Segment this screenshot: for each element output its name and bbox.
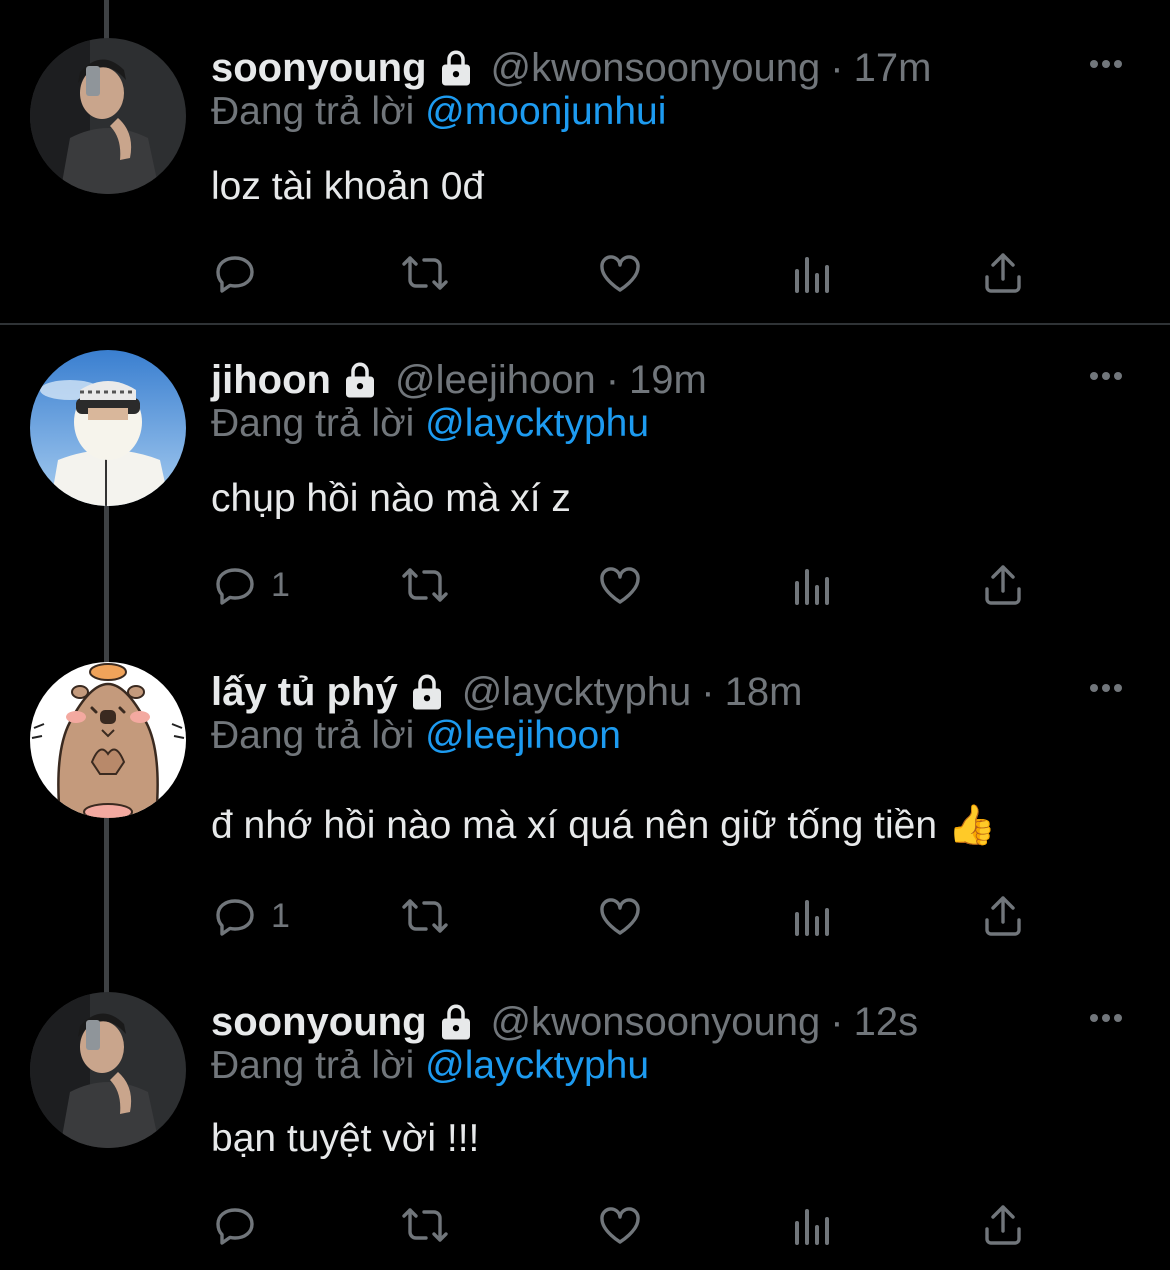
user-handle[interactable]: @laycktyphu bbox=[462, 670, 692, 715]
reply-context: Đang trả lời @moonjunhui bbox=[211, 90, 666, 134]
reply-context: Đang trả lời @laycktyphu bbox=[211, 1044, 649, 1088]
like-icon bbox=[600, 255, 640, 292]
reply-mention[interactable]: @laycktyphu bbox=[425, 1044, 649, 1087]
like-button[interactable] bbox=[596, 249, 644, 297]
share-button[interactable] bbox=[979, 1201, 1027, 1249]
tweet[interactable]: soonyoung @kwonsoonyoung · 12s Đang trả … bbox=[0, 992, 1170, 1270]
reply-count: 1 bbox=[271, 896, 290, 935]
reply-button[interactable]: 1 bbox=[211, 561, 290, 609]
timestamp[interactable]: 17m bbox=[854, 46, 932, 91]
reply-icon bbox=[216, 568, 254, 605]
thread-line bbox=[104, 0, 109, 40]
tweet[interactable]: lấy tủ phý @laycktyphu · 18m Đang trả lờ… bbox=[0, 662, 1170, 992]
retweet-icon bbox=[402, 256, 448, 290]
lock-icon bbox=[435, 1001, 477, 1043]
separator: · bbox=[830, 999, 844, 1044]
action-bar bbox=[211, 249, 1041, 297]
timestamp[interactable]: 12s bbox=[854, 1000, 919, 1045]
separator: · bbox=[605, 357, 620, 402]
display-name[interactable]: lấy tủ phý bbox=[211, 670, 398, 715]
reply-prefix: Đang trả lời bbox=[211, 90, 415, 133]
share-button[interactable] bbox=[979, 249, 1027, 297]
reply-icon bbox=[216, 256, 254, 293]
share-icon bbox=[985, 896, 1021, 936]
lock-icon bbox=[435, 47, 477, 89]
timestamp[interactable]: 19m bbox=[629, 358, 707, 403]
share-icon bbox=[985, 1205, 1021, 1245]
reply-icon bbox=[216, 899, 254, 936]
views-button[interactable] bbox=[789, 249, 837, 297]
lock-icon bbox=[339, 359, 381, 401]
reply-button[interactable] bbox=[211, 1201, 271, 1249]
separator: · bbox=[830, 45, 844, 90]
tweet-text: chụp hồi nào mà xí z bbox=[211, 477, 571, 520]
tweet[interactable]: jihoon @leejihoon · 19m Đang trả lời @la… bbox=[0, 350, 1170, 650]
display-name[interactable]: soonyoung bbox=[211, 1000, 427, 1045]
like-button[interactable] bbox=[596, 1201, 644, 1249]
more-icon[interactable] bbox=[1086, 998, 1126, 1038]
views-icon bbox=[795, 257, 829, 293]
reply-prefix: Đang trả lời bbox=[211, 714, 415, 757]
reply-button[interactable]: 1 bbox=[211, 892, 290, 940]
views-button[interactable] bbox=[789, 892, 837, 940]
like-icon bbox=[600, 1207, 640, 1244]
retweet-icon bbox=[402, 899, 448, 933]
tweet-text: đ nhớ hồi nào mà xí quá nên giữ tống tiề… bbox=[211, 804, 997, 847]
action-bar bbox=[211, 1201, 1041, 1249]
retweet-button[interactable] bbox=[401, 892, 449, 940]
like-icon bbox=[600, 567, 640, 604]
avatar[interactable] bbox=[30, 38, 186, 194]
like-button[interactable] bbox=[596, 561, 644, 609]
avatar[interactable] bbox=[30, 992, 186, 1148]
tweet-text: bạn tuyệt vời !!! bbox=[211, 1117, 480, 1160]
like-button[interactable] bbox=[596, 892, 644, 940]
retweet-button[interactable] bbox=[401, 1201, 449, 1249]
tweet[interactable]: soonyoung @kwonsoonyoung · 17m Đang trả … bbox=[0, 38, 1170, 323]
avatar[interactable] bbox=[30, 662, 186, 818]
user-handle[interactable]: @kwonsoonyoung bbox=[491, 46, 821, 91]
views-button[interactable] bbox=[789, 1201, 837, 1249]
views-button[interactable] bbox=[789, 561, 837, 609]
reply-mention[interactable]: @leejihoon bbox=[425, 714, 621, 757]
retweet-icon bbox=[402, 568, 448, 602]
views-icon bbox=[795, 1209, 829, 1245]
like-icon bbox=[600, 898, 640, 935]
reply-context: Đang trả lời @leejihoon bbox=[211, 714, 621, 758]
views-icon bbox=[795, 900, 829, 936]
share-button[interactable] bbox=[979, 561, 1027, 609]
reply-mention[interactable]: @laycktyphu bbox=[425, 402, 649, 445]
user-handle[interactable]: @kwonsoonyoung bbox=[491, 1000, 821, 1045]
lock-icon bbox=[406, 671, 448, 713]
share-icon bbox=[985, 565, 1021, 605]
action-bar: 1 bbox=[211, 892, 1041, 940]
more-icon[interactable] bbox=[1086, 356, 1126, 396]
views-icon bbox=[795, 569, 829, 605]
timestamp[interactable]: 18m bbox=[725, 670, 803, 715]
reply-icon bbox=[216, 1208, 254, 1245]
reply-button[interactable] bbox=[211, 249, 271, 297]
tweet-text: loz tài khoản 0đ bbox=[211, 165, 485, 208]
action-bar: 1 bbox=[211, 561, 1041, 609]
reply-context: Đang trả lời @laycktyphu bbox=[211, 402, 649, 446]
more-icon[interactable] bbox=[1086, 44, 1126, 84]
user-handle[interactable]: @leejihoon bbox=[395, 358, 596, 403]
reply-prefix: Đang trả lời bbox=[211, 402, 415, 445]
reply-count: 1 bbox=[271, 565, 290, 604]
separator: · bbox=[701, 669, 715, 714]
display-name[interactable]: jihoon bbox=[211, 358, 331, 403]
retweet-button[interactable] bbox=[401, 249, 449, 297]
reply-prefix: Đang trả lời bbox=[211, 1044, 415, 1087]
share-button[interactable] bbox=[979, 892, 1027, 940]
divider bbox=[0, 323, 1170, 325]
display-name[interactable]: soonyoung bbox=[211, 46, 427, 91]
retweet-button[interactable] bbox=[401, 561, 449, 609]
avatar[interactable] bbox=[30, 350, 186, 506]
share-icon bbox=[985, 253, 1021, 293]
retweet-icon bbox=[402, 1208, 448, 1242]
more-icon[interactable] bbox=[1086, 668, 1126, 708]
reply-mention[interactable]: @moonjunhui bbox=[425, 90, 666, 133]
